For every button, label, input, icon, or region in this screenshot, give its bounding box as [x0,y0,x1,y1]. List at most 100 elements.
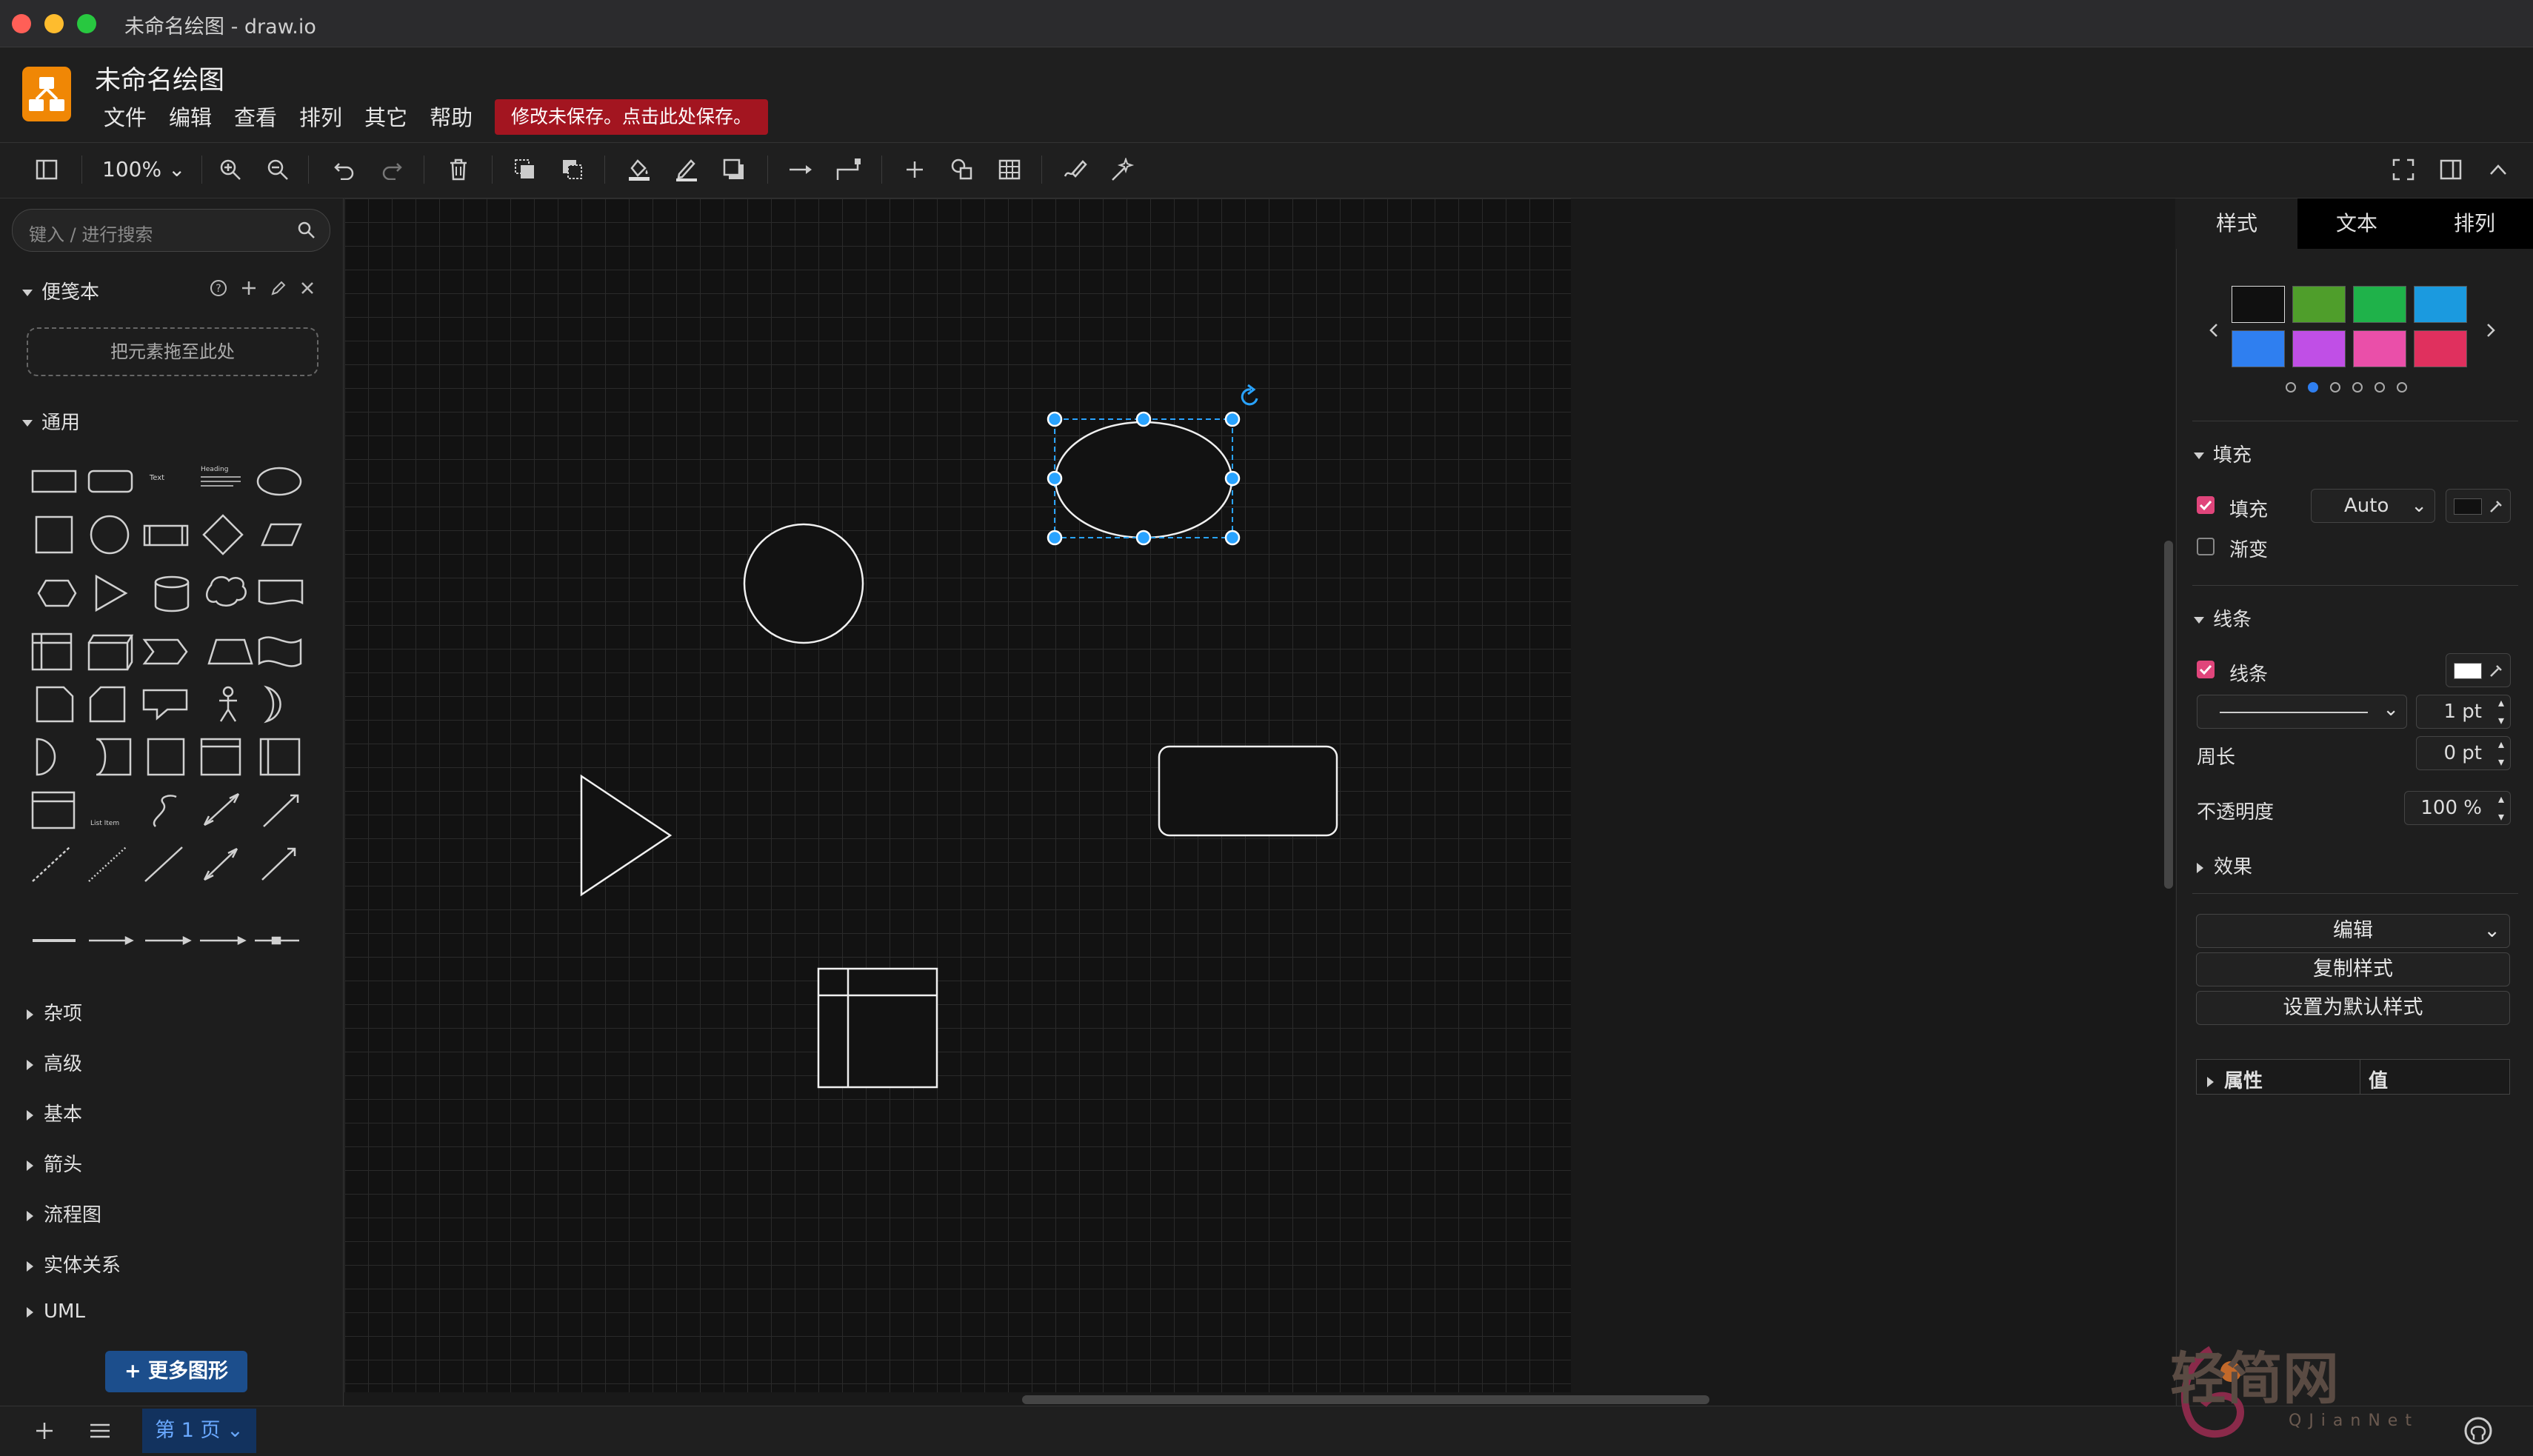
zoom-in-icon[interactable] [213,153,247,187]
connection-style-icon[interactable] [784,153,818,187]
delete-icon[interactable] [441,153,475,187]
menu-arrange[interactable]: 排列 [299,101,342,132]
fill-section-header[interactable]: 填充 [2194,440,2252,467]
general-header[interactable]: 通用 [22,407,80,435]
document-title[interactable]: 未命名绘图 [95,59,224,97]
gradient-checkbox[interactable] [2197,538,2215,555]
style-swatch[interactable] [2414,330,2467,367]
window-title: 未命名绘图 - draw.io [124,16,316,39]
style-swatch[interactable] [2353,330,2406,367]
horizontal-scrollbar[interactable] [1022,1395,1709,1404]
palette-page-dot[interactable] [2375,382,2385,393]
menu-help[interactable]: 帮助 [430,101,473,132]
fullscreen-icon[interactable] [2386,153,2420,187]
close-icon[interactable] [299,280,316,296]
shape-search-input[interactable]: 键入 / 进行搜索 [12,209,330,252]
fill-color-icon[interactable] [622,153,656,187]
redo-icon[interactable] [375,153,409,187]
add-page-icon[interactable] [34,1420,55,1441]
chevron-right-icon[interactable] [2483,320,2499,341]
style-swatch[interactable] [2414,286,2467,323]
section-basic[interactable]: 基本 [27,1099,82,1126]
menu-extras[interactable]: 其它 [364,101,407,132]
ai-sparkle-icon[interactable] [1105,153,1139,187]
page-tab[interactable]: 第 1 页 ⌄ [142,1409,256,1453]
style-swatch[interactable] [2232,286,2285,323]
section-er[interactable]: 实体关系 [27,1250,121,1278]
style-swatch[interactable] [2353,286,2406,323]
fill-type-value: Auto [2344,495,2389,517]
section-flowchart[interactable]: 流程图 [27,1200,101,1227]
line-section-header[interactable]: 线条 [2194,604,2252,632]
chevron-left-icon[interactable] [2206,320,2222,341]
format-panel-toggle-icon[interactable] [30,153,64,187]
line-color-icon[interactable] [670,153,704,187]
fill-color-button[interactable] [2446,489,2511,523]
close-window-button[interactable] [12,14,31,33]
line-checkbox[interactable] [2197,661,2215,678]
maximize-window-button[interactable] [77,14,96,33]
scratchpad-dropzone[interactable]: 把元素拖至此处 [27,327,318,376]
zoom-out-icon[interactable] [261,153,295,187]
scratchpad-header[interactable]: 便笺本 [22,277,99,304]
perimeter-input[interactable]: 0 pt ▴ ▾ [2416,736,2511,770]
line-color-button[interactable] [2446,653,2511,687]
style-swatch[interactable] [2232,330,2285,367]
edit-pencil-icon[interactable] [270,279,287,297]
line-width-input[interactable]: 1 pt ▴ ▾ [2416,695,2511,729]
line-pattern-select[interactable]: ⌄ [2197,695,2407,729]
insert-shape-icon[interactable] [945,153,979,187]
palette-page-dot[interactable] [2286,382,2296,393]
section-misc[interactable]: 杂项 [27,998,82,1026]
section-basic-label: 基本 [44,1103,83,1126]
tab-text[interactable]: 文本 [2297,198,2416,249]
more-shapes-button[interactable]: + 更多图形 [105,1351,247,1392]
tab-arrange[interactable]: 排列 [2416,198,2533,249]
add-icon[interactable] [240,279,258,297]
palette-page-dot[interactable] [2397,382,2407,393]
rotate-handle-icon [1241,384,1258,406]
edit-style-button[interactable]: 编辑 ⌄ [2196,914,2510,948]
style-swatch[interactable] [2292,286,2346,323]
menu-edit[interactable]: 编辑 [169,101,212,132]
eyedropper-icon [2490,501,2502,512]
style-swatch[interactable] [2292,330,2346,367]
minimize-window-button[interactable] [44,14,64,33]
palette-page-dot[interactable] [2330,382,2340,393]
section-advanced[interactable]: 高级 [27,1049,82,1076]
collapse-chevron-up-icon[interactable] [2481,153,2515,187]
section-arrows[interactable]: 箭头 [27,1149,82,1177]
shape-palette[interactable]: Text Heading List Item [22,449,318,952]
properties-table-header[interactable]: 属性 值 [2196,1059,2510,1095]
vertical-scrollbar[interactable] [2164,541,2173,889]
unsaved-changes-button[interactable]: 修改未保存。点击此处保存。 [495,99,769,135]
section-uml[interactable]: UML [27,1300,85,1323]
copy-style-button[interactable]: 复制样式 [2196,952,2510,986]
shadow-icon[interactable] [717,153,751,187]
undo-icon[interactable] [327,153,361,187]
diagram-shapes[interactable] [344,198,1603,1392]
effects-label: 效果 [2214,856,2253,878]
to-front-icon[interactable] [508,153,542,187]
github-icon[interactable] [2463,1416,2493,1446]
set-default-style-button[interactable]: 设置为默认样式 [2196,991,2510,1025]
palette-page-dot[interactable] [2308,382,2318,393]
pages-menu-icon[interactable] [89,1422,111,1440]
waypoints-icon[interactable] [831,153,865,187]
insert-table-icon[interactable] [992,153,1027,187]
format-panel-icon[interactable] [2434,153,2468,187]
scratchpad-title: 便笺本 [41,281,100,304]
to-back-icon[interactable] [555,153,590,187]
palette-page-dot[interactable] [2352,382,2363,393]
effects-header[interactable]: 效果 [2197,852,2252,879]
menu-view[interactable]: 查看 [234,101,277,132]
freehand-draw-icon[interactable] [1058,153,1092,187]
zoom-dropdown[interactable]: 100% ⌄ [102,157,185,181]
insert-plus-icon[interactable] [898,153,932,187]
menu-file[interactable]: 文件 [104,101,147,132]
help-icon[interactable]: ? [209,278,228,298]
fill-checkbox[interactable] [2197,496,2215,514]
opacity-input[interactable]: 100 % ▴ ▾ [2404,791,2511,825]
fill-type-select[interactable]: Auto ⌄ [2311,489,2435,523]
tab-style[interactable]: 样式 [2176,198,2297,249]
